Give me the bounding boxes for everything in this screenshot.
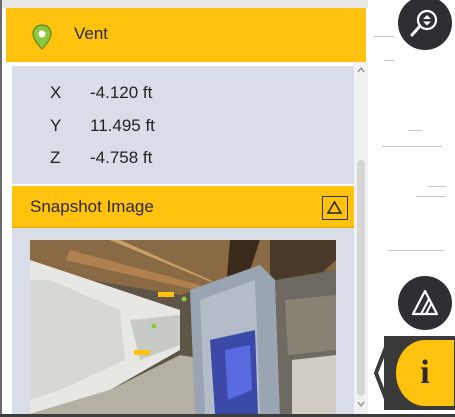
snapshot-label: Snapshot Image — [30, 197, 154, 216]
title-bar[interactable]: Vent — [6, 8, 366, 62]
details-panel: Vent X -4.120 ft Y 11.495 ft Z -4.758 ft… — [2, 0, 368, 414]
scroll-down-icon[interactable] — [357, 400, 365, 408]
collapse-button[interactable] — [322, 196, 348, 220]
panel-top-strip — [2, 0, 368, 8]
background-speck — [408, 130, 422, 131]
app-frame: Vent X -4.120 ft Y 11.495 ft Z -4.758 ft… — [0, 0, 455, 417]
coordinate-axis-label: Y — [50, 116, 62, 135]
coordinate-row-z: Z -4.758 ft — [12, 148, 312, 172]
coordinate-row-y: Y 11.495 ft — [12, 116, 312, 140]
navigate-button[interactable] — [398, 0, 452, 50]
background-speck — [374, 36, 394, 37]
measure-button[interactable] — [398, 276, 452, 330]
coordinate-row-x: X -4.120 ft — [12, 83, 312, 107]
background-speck — [382, 146, 442, 147]
coordinate-axis-label: Z — [50, 148, 61, 167]
info-icon: i — [420, 354, 430, 391]
scroll-up-icon[interactable] — [357, 66, 365, 74]
measure-icon — [411, 289, 439, 316]
coordinate-value: -4.120 ft — [90, 83, 153, 102]
snapshot-header[interactable]: Snapshot Image — [12, 186, 354, 228]
viewer-area[interactable]: i — [368, 0, 455, 414]
item-title: Vent — [74, 24, 109, 43]
background-speck — [388, 250, 444, 251]
background-speck — [416, 196, 446, 197]
coordinate-value: -4.758 ft — [90, 148, 153, 167]
info-button[interactable]: i — [396, 340, 454, 406]
coordinates-section: X -4.120 ft Y 11.495 ft Z -4.758 ft — [12, 66, 354, 184]
coordinate-axis-label: X — [50, 83, 62, 102]
triangle-up-icon — [326, 200, 343, 214]
background-speck — [384, 60, 394, 61]
scrollbar-thumb[interactable] — [357, 160, 365, 396]
navigate-icon — [410, 9, 438, 37]
snapshot-image[interactable] — [30, 240, 336, 414]
snapshot-area — [12, 228, 354, 414]
background-speck — [428, 186, 446, 187]
snapshot-photo — [30, 240, 336, 414]
panel-scrollbar[interactable] — [354, 62, 368, 414]
coordinate-value: 11.495 ft — [90, 116, 155, 135]
chevron-left-icon[interactable] — [370, 338, 392, 408]
location-pin-icon — [32, 24, 52, 50]
